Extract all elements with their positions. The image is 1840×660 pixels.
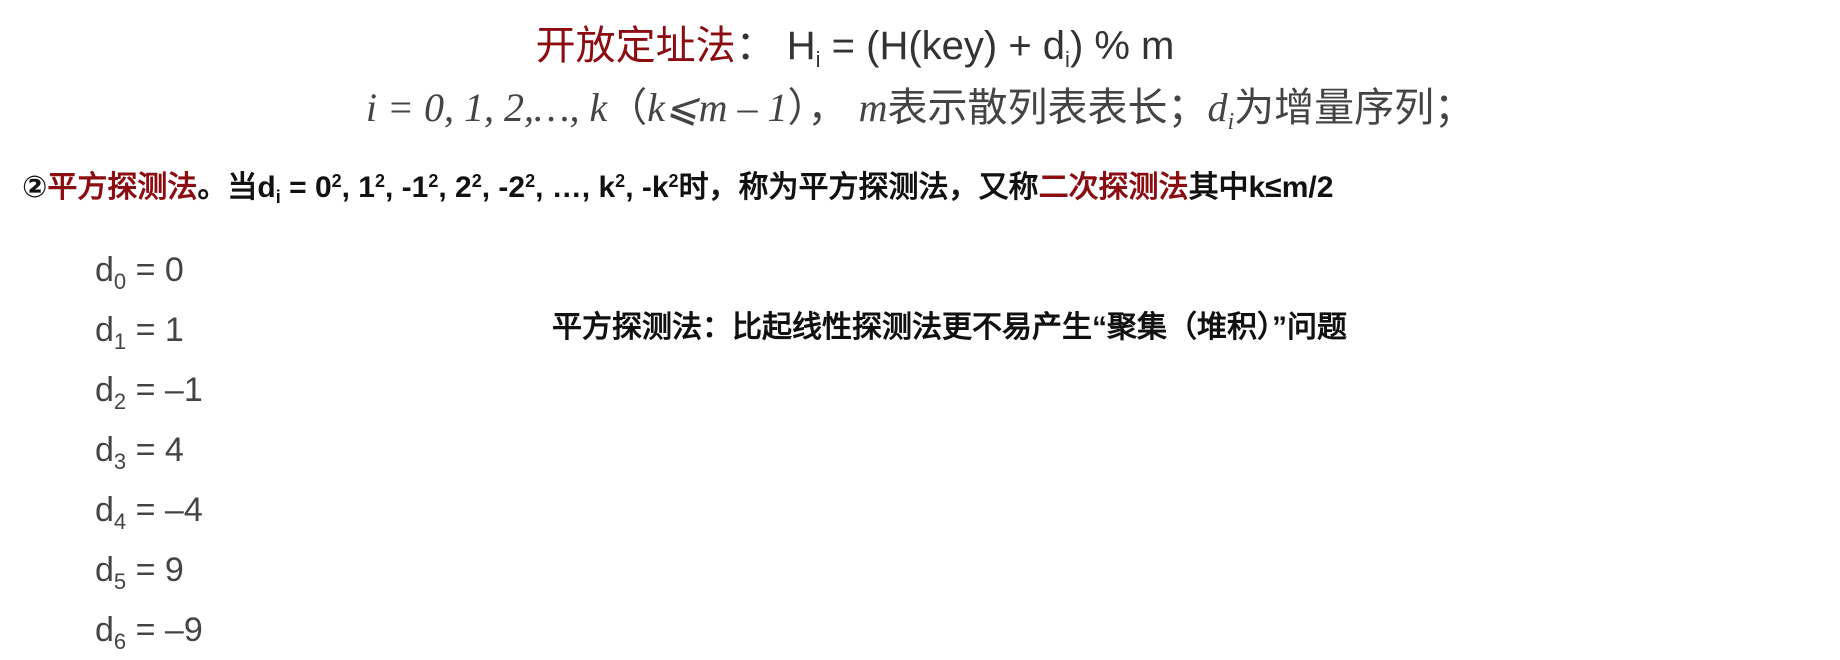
open-addressing-formula: 开放定址法： Hi = (H(key) + di) % m [0, 18, 1840, 80]
increment-sequence: = 02, 12, -12, 22, -22, …, k2, -k2 [280, 171, 679, 204]
increment-value-item: d4 = –4 [95, 491, 203, 534]
quadratic-probing-definition: ②平方探测法。当di = 02, 12, -12, 22, -22, …, k2… [22, 171, 1334, 208]
index-range: i = 0, 1, 2,…, k [365, 85, 608, 130]
increment-value-item: d3 = 4 [95, 431, 184, 474]
index-definition-line: i = 0, 1, 2,…, k（k⩽m – 1）， m表示散列表表长；di为增… [365, 85, 1475, 136]
open-addressing-term: 开放定址法： [535, 24, 776, 68]
d-description: 为增量序列； [1234, 86, 1475, 130]
m-variable: m [858, 85, 888, 130]
method-constraint: 其中k≤m/2 [1188, 171, 1334, 204]
increment-value-item: d0 = 0 [95, 251, 184, 294]
item-number: ② [22, 171, 48, 204]
increment-value-item: d6 = –9 [95, 611, 203, 654]
quadratic-probing-note: 平方探测法：比起线性探测法更不易产生“聚集（堆积）”问题 [552, 311, 1347, 344]
increment-values-list: d0 = 0 d1 = 1 d2 = –1 d3 = 4 d4 = –4 d5 … [95, 240, 305, 660]
d-variable: di [1207, 85, 1235, 136]
increment-value-item: d2 = –1 [95, 371, 203, 414]
index-condition: k⩽m – 1 [647, 85, 788, 130]
alternate-method-name: 二次探测法 [1038, 171, 1189, 204]
increment-value-item: d5 = 9 [95, 551, 184, 594]
m-description: 表示散列表表长； [887, 86, 1208, 130]
hash-expression: Hi = (H(key) + di) % m [786, 24, 1175, 72]
method-name: 平方探测法 [47, 171, 198, 204]
increment-value-item: d1 = 1 [95, 311, 184, 354]
